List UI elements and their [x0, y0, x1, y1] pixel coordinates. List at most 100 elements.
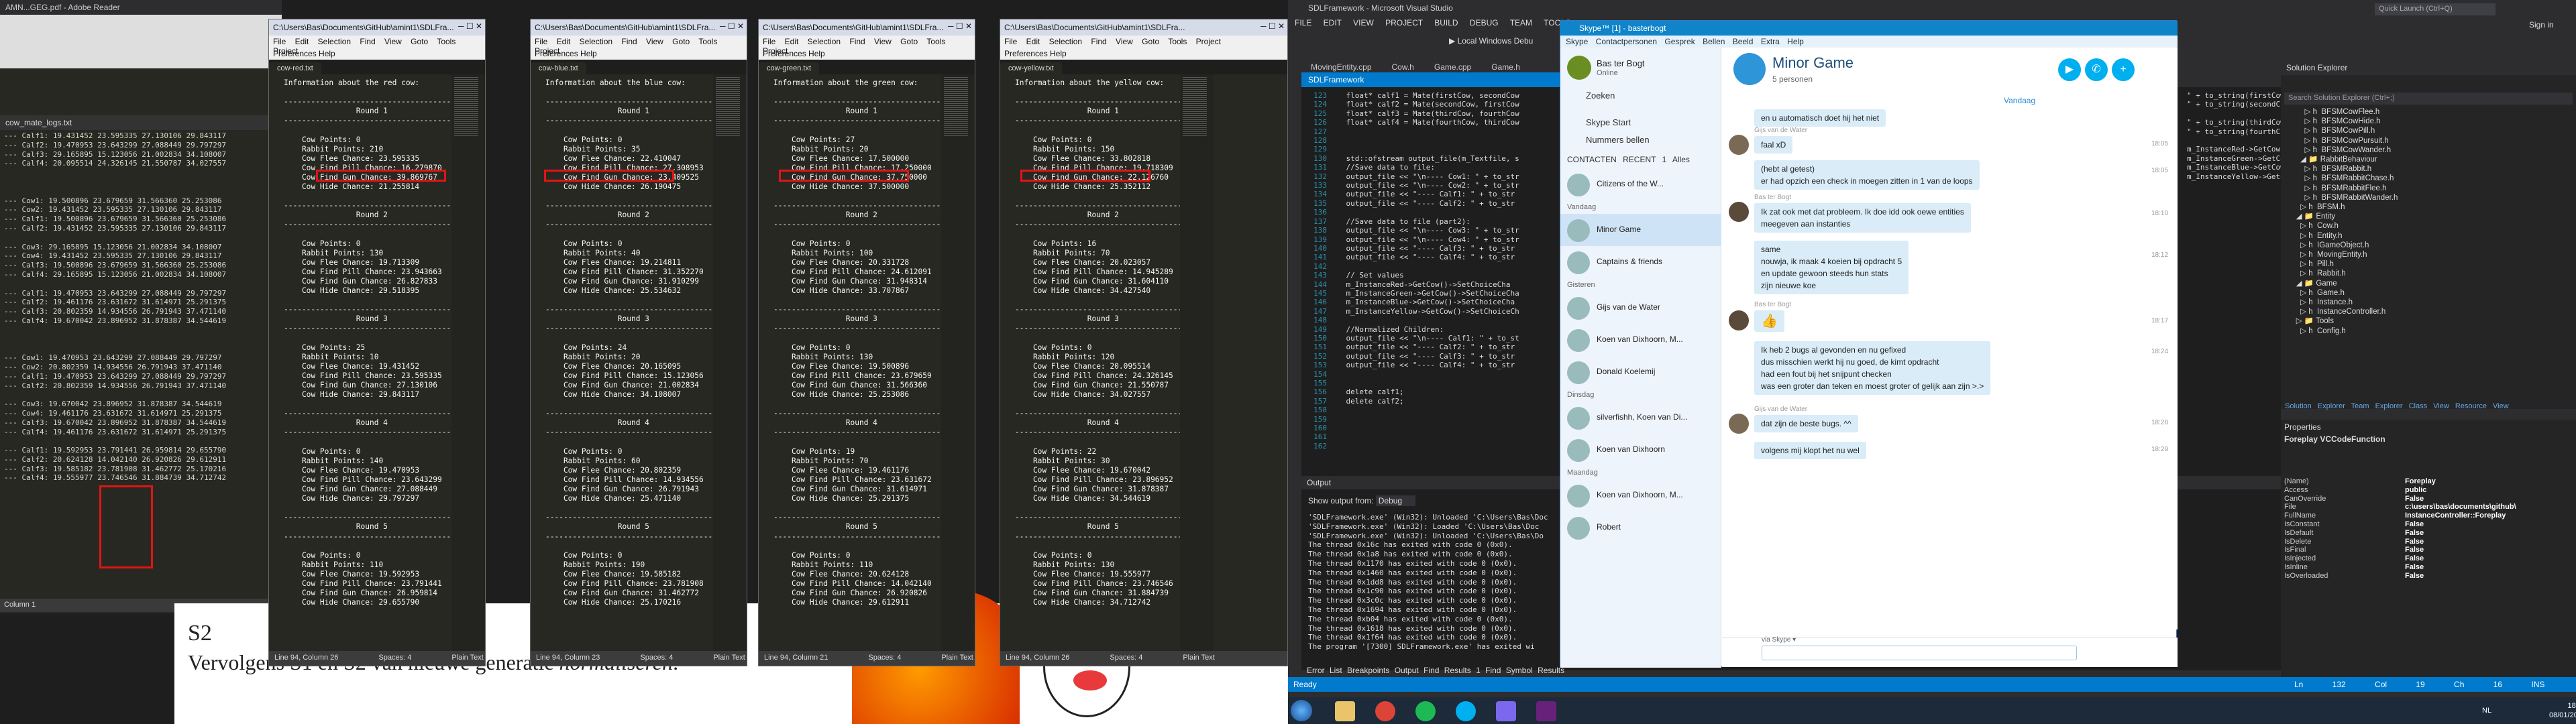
property-row[interactable]: IsOverloaded False — [2284, 572, 2573, 581]
chat-participants[interactable]: 5 personen — [1772, 74, 1813, 84]
phone-call-icon[interactable]: ✆ — [2085, 58, 2108, 81]
contact-item[interactable]: Koen van Dixhoorn, M... — [1560, 479, 1721, 511]
start-button[interactable] — [1291, 700, 1312, 721]
status-syntax[interactable]: Plain Text — [1183, 654, 1215, 662]
menu-bar-2[interactable]: Preferences Help — [269, 48, 485, 60]
solution-tabs[interactable]: Solution Explorer Team Explorer Class Vi… — [2281, 402, 2576, 413]
properties-grid[interactable]: (Name) Foreplay Access public CanOverride Fal… — [2284, 477, 2573, 581]
add-people-icon[interactable]: + — [2112, 58, 2135, 81]
status-spaces[interactable]: Spaces: 4 — [868, 654, 901, 662]
file-tab[interactable]: Game.cpp — [1425, 60, 1481, 74]
contacts-tabs[interactable]: CONTACTEN RECENT 1 Alles — [1567, 155, 1690, 164]
status-syntax[interactable]: Plain Text — [451, 654, 484, 662]
properties-selected-item[interactable]: Foreplay VCCodeFunction — [2284, 434, 2385, 444]
vs-side-tabs[interactable] — [1288, 60, 1301, 677]
status-syntax[interactable]: Plain Text — [941, 654, 973, 662]
sublime-window-red[interactable]: C:\Users\Bas\Documents\GitHub\amint1\SDL… — [268, 19, 486, 666]
property-value[interactable]: False — [2405, 495, 2424, 503]
window-controls[interactable]: ─ ☐ ✕ — [458, 21, 482, 31]
property-value[interactable]: False — [2405, 538, 2424, 546]
minimap[interactable] — [451, 74, 485, 651]
profile-status[interactable]: Online — [1597, 69, 1618, 77]
property-row[interactable]: IsFinal False — [2284, 546, 2573, 554]
contact-item[interactable]: Citizens of the W... — [1560, 168, 1721, 200]
file-content[interactable]: Information about the yellow cow: ------… — [1000, 74, 1180, 651]
file-tab[interactable]: cow-blue.txt — [531, 62, 586, 75]
contact-item[interactable]: Minor Game — [1560, 214, 1721, 246]
property-row[interactable]: File c:\users\bas\documents\github\ — [2284, 503, 2573, 511]
file-tab[interactable]: cow-yellow.txt — [1000, 62, 1062, 75]
property-row[interactable]: (Name) Foreplay — [2284, 477, 2573, 486]
contact-item[interactable]: Koen van Dixhoorn — [1560, 434, 1721, 466]
app-icon[interactable] — [1496, 701, 1516, 721]
solution-tree[interactable]: ▷ h BFSMCowFlee.h ▷ h BFSMCowHide.h ▷ h … — [2288, 107, 2569, 402]
minimap[interactable] — [1180, 74, 1214, 651]
skype-icon[interactable] — [1456, 701, 1476, 721]
solution-search-input[interactable]: Search Solution Explorer (Ctrl+;) — [2284, 93, 2573, 105]
file-content[interactable]: Information about the green cow: -------… — [759, 74, 940, 651]
chrome-icon[interactable] — [1375, 701, 1395, 721]
window-controls[interactable]: ─ ☐ ✕ — [720, 21, 744, 31]
property-value[interactable]: False — [2405, 546, 2424, 554]
status-spaces[interactable]: Spaces: 4 — [378, 654, 411, 662]
file-tab[interactable]: cow-green.txt — [759, 62, 820, 75]
property-value[interactable]: c:\users\bas\documents\github\ — [2405, 503, 2516, 511]
contact-item[interactable]: silverfishh, Koen van Di... — [1560, 402, 1721, 434]
menu-bar-2[interactable]: Preferences Help — [531, 48, 747, 60]
menu-bar-2[interactable]: Preferences Help — [1000, 48, 1287, 60]
property-value[interactable]: public — [2405, 486, 2426, 495]
quick-launch-input[interactable]: Quick Launch (Ctrl+Q) — [2375, 3, 2496, 15]
file-tab[interactable]: Cow.h — [1383, 60, 1424, 74]
status-spaces[interactable]: Spaces: 4 — [1110, 654, 1142, 662]
sublime-window-green[interactable]: C:\Users\Bas\Documents\GitHub\amint1\SDL… — [758, 19, 975, 666]
contact-item[interactable]: Robert — [1560, 511, 1721, 544]
property-row[interactable]: IsDelete False — [2284, 538, 2573, 546]
message-input[interactable] — [1762, 646, 2077, 660]
window-controls[interactable]: ─ ☐ ✕ — [1260, 21, 1285, 31]
property-row[interactable]: IsInjected False — [2284, 554, 2573, 563]
file-tab[interactable]: Game.h — [1482, 60, 1529, 74]
skype-menu-bar[interactable]: Skype Contactpersonen Gesprek Bellen Bee… — [1560, 36, 2178, 48]
message-list[interactable]: Vandaag en u automatisch doet hij het ni… — [1722, 93, 2178, 629]
contact-item[interactable]: Donald Koelemij — [1560, 356, 1721, 388]
contact-item[interactable]: Gijs van de Water — [1560, 292, 1721, 324]
window-controls[interactable]: ─ ☐ ✕ — [948, 21, 972, 31]
status-spaces[interactable]: Spaces: 4 — [640, 654, 673, 662]
video-call-icon[interactable]: ▶ — [2058, 58, 2081, 81]
file-tab[interactable]: MovingEntity.cpp — [1301, 60, 1381, 74]
profile-name[interactable]: Bas ter Bogt — [1597, 58, 1645, 68]
property-row[interactable]: IsConstant False — [2284, 520, 2573, 529]
output-source-select[interactable]: Debug — [1375, 495, 1416, 506]
menu-bar[interactable]: File Edit Selection Find View Goto Tools… — [531, 36, 747, 56]
status-syntax[interactable]: Plain Text — [713, 654, 745, 662]
menu-bar-2[interactable]: Preferences Help — [759, 48, 975, 60]
property-value[interactable]: False — [2405, 572, 2424, 581]
sublime-window-blue[interactable]: C:\Users\Bas\Documents\GitHub\amint1\SDL… — [530, 19, 747, 666]
menu-bar[interactable]: File Edit Selection Find View Goto Tools… — [269, 36, 485, 56]
avatar[interactable] — [1567, 56, 1591, 80]
chat-title[interactable]: Minor Game — [1772, 54, 1854, 72]
contact-list[interactable]: Citizens of the W... Vandaag Minor Game Cap… — [1560, 168, 1721, 651]
spotify-icon[interactable] — [1415, 701, 1436, 721]
property-value[interactable]: False — [2405, 520, 2424, 529]
file-content[interactable]: Information about the blue cow: --------… — [531, 74, 712, 651]
property-value[interactable]: False — [2405, 529, 2424, 538]
clock[interactable]: 18:3008/01/2015 — [2549, 701, 2576, 720]
call-phones-link[interactable]: Nummers bellen — [1567, 135, 1650, 145]
minimap[interactable] — [713, 74, 747, 651]
sign-in-link[interactable]: Sign in — [2529, 20, 2554, 29]
property-value[interactable]: InstanceController::Foreplay — [2405, 511, 2506, 520]
file-explorer-icon[interactable] — [1335, 701, 1355, 721]
contact-item[interactable]: Koen van Dixhoorn, M... — [1560, 324, 1721, 356]
minimap[interactable] — [941, 74, 975, 651]
property-row[interactable]: Access public — [2284, 486, 2573, 495]
language-indicator[interactable]: NL — [2482, 707, 2491, 715]
visual-studio-icon[interactable] — [1536, 701, 1556, 721]
sublime-window-yellow[interactable]: C:\Users\Bas\Documents\GitHub\amint1\SDL… — [1000, 19, 1288, 666]
contact-item[interactable]: Captains & friends — [1560, 246, 1721, 278]
file-tab[interactable]: cow-red.txt — [269, 62, 321, 75]
skype-window[interactable]: Skype™ [1] - basterbogt Skype Contactper… — [1560, 20, 2178, 668]
send-via-selector[interactable]: via Skype ▾ — [1762, 636, 1796, 644]
menu-bar[interactable]: File Edit Selection Find View Goto Tools… — [759, 36, 975, 56]
background-file-tab[interactable]: cow_mate_logs.txt — [0, 115, 282, 130]
